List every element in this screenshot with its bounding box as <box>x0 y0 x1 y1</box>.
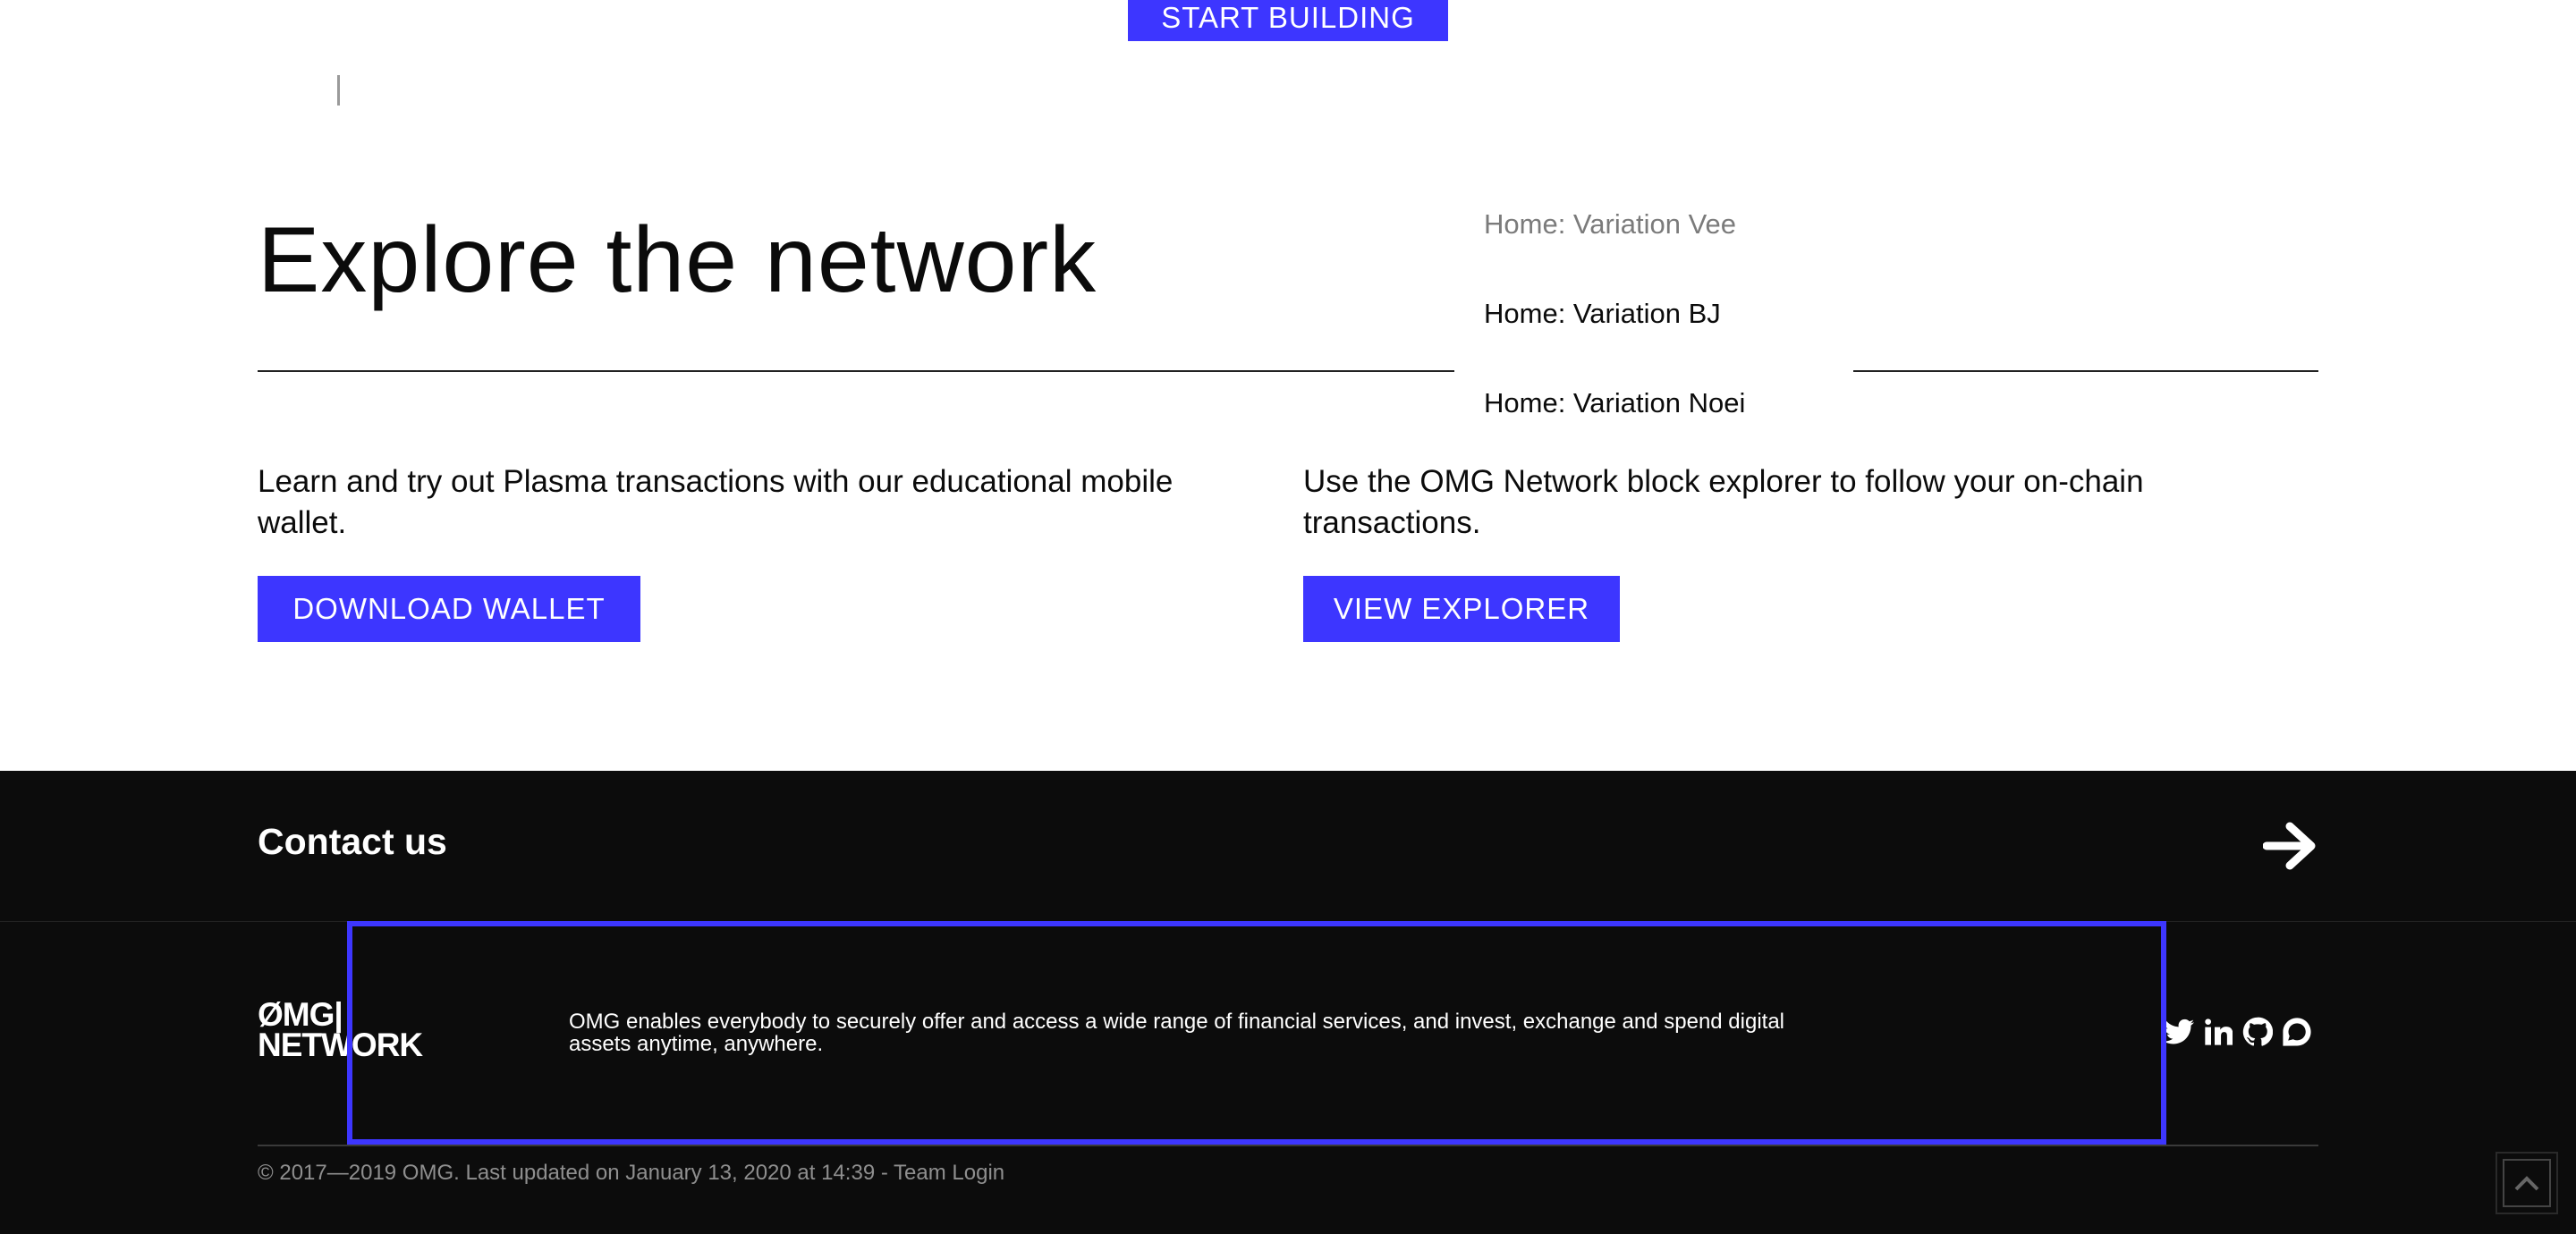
discourse-icon[interactable] <box>2281 1016 2313 1048</box>
twitter-icon[interactable] <box>2163 1016 2195 1048</box>
title-divider-left <box>258 370 1454 372</box>
chevron-up-icon <box>2503 1159 2551 1207</box>
arrow-right-icon[interactable] <box>2262 819 2320 873</box>
download-wallet-button[interactable]: DOWNLOAD WALLET <box>258 576 640 642</box>
scroll-to-top-button[interactable] <box>2496 1152 2558 1214</box>
title-divider-right <box>1853 370 2318 372</box>
selection-highlight <box>347 921 2166 1145</box>
text-cursor <box>337 75 340 106</box>
explorer-description: Use the OMG Network block explorer to fo… <box>1303 464 2144 540</box>
start-building-button[interactable]: START BUILDING <box>1128 0 1448 41</box>
social-links <box>2163 1016 2313 1048</box>
wallet-description: Learn and try out Plasma transactions wi… <box>258 464 1174 540</box>
footer-bottom-divider <box>258 1145 2318 1146</box>
copyright-text: © 2017—2019 OMG. Last updated on January… <box>258 1161 1005 1185</box>
contact-us-link[interactable]: Contact us <box>258 821 447 863</box>
page-title: Explore the network <box>258 208 1097 312</box>
menu-item-variation-vee[interactable]: Home: Variation Vee <box>1454 188 1853 277</box>
menu-item-variation-bj[interactable]: Home: Variation BJ <box>1454 277 1853 367</box>
linkedin-icon[interactable] <box>2202 1016 2234 1048</box>
variation-dropdown-menu: Home: Variation Vee Home: Variation BJ H… <box>1454 188 1853 456</box>
github-icon[interactable] <box>2241 1016 2274 1048</box>
menu-item-variation-noei[interactable]: Home: Variation Noei <box>1454 367 1853 456</box>
view-explorer-button[interactable]: VIEW EXPLORER <box>1303 576 1620 642</box>
